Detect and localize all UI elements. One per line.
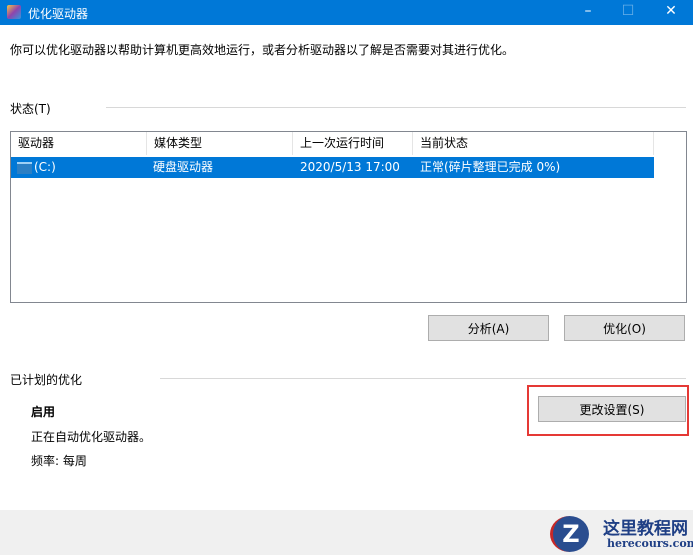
watermark-url: herecours.com xyxy=(607,537,693,550)
status-label: 状态(T) xyxy=(10,102,51,116)
highlight-box xyxy=(527,385,689,436)
current-status: 正常(碎片整理已完成 0%) xyxy=(420,160,561,174)
schedule-state: 启用 xyxy=(31,405,56,419)
schedule-frequency: 频率: 每周 xyxy=(31,454,87,468)
title-bar: 优化驱动器 – ☐ ✕ xyxy=(0,0,693,25)
column-header-last-run[interactable]: 上一次运行时间 xyxy=(293,132,413,155)
schedule-description: 正在自动优化驱动器。 xyxy=(31,430,152,444)
footer: Z 这里教程网 herecours.com xyxy=(0,510,693,555)
column-header-status[interactable]: 当前状态 xyxy=(413,132,654,155)
close-button[interactable]: ✕ xyxy=(648,0,693,25)
drive-name: (C:) xyxy=(34,160,56,174)
maximize-button[interactable]: ☐ xyxy=(605,0,651,25)
watermark-title: 这里教程网 xyxy=(603,519,688,539)
table-row[interactable]: (C:) 硬盘驱动器 2020/5/13 17:00 正常(碎片整理已完成 0%… xyxy=(11,157,654,178)
column-header-drive[interactable]: 驱动器 xyxy=(11,132,147,155)
drive-list[interactable]: 驱动器 媒体类型 上一次运行时间 当前状态 (C:) 硬盘驱动器 2020/5/… xyxy=(10,131,687,303)
column-header-media[interactable]: 媒体类型 xyxy=(147,132,293,155)
window-title: 优化驱动器 xyxy=(28,7,89,21)
optimize-button[interactable]: 优化(O) xyxy=(564,315,685,341)
analyze-button[interactable]: 分析(A) xyxy=(428,315,549,341)
drive-icon xyxy=(17,162,32,174)
last-run: 2020/5/13 17:00 xyxy=(300,160,400,174)
scheduled-label: 已计划的优化 xyxy=(10,373,83,387)
media-type: 硬盘驱动器 xyxy=(153,160,214,174)
watermark-logo-icon: Z xyxy=(550,516,589,552)
divider xyxy=(160,378,686,379)
defrag-app-icon xyxy=(7,5,21,19)
divider xyxy=(106,107,686,108)
description-text: 你可以优化驱动器以帮助计算机更高效地运行，或者分析驱动器以了解是否需要对其进行优… xyxy=(10,43,515,57)
